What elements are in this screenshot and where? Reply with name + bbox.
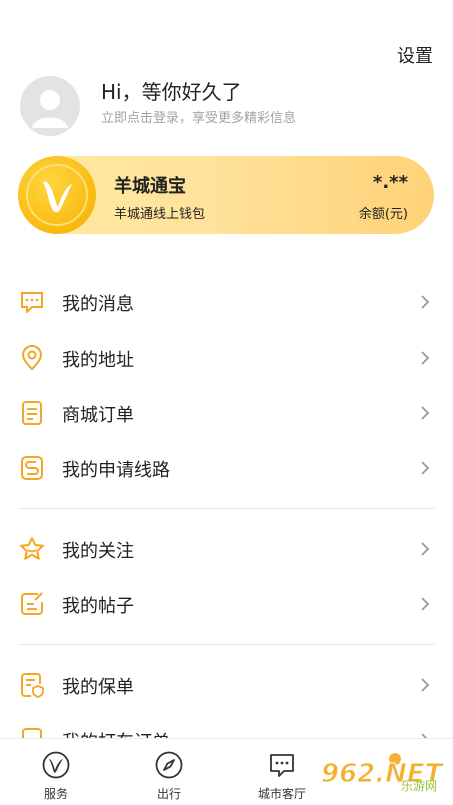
menu-item-policies[interactable]: 我的保单 [0,657,453,713]
compass-icon [155,751,183,779]
chat-icon [270,754,294,777]
policy-icon [21,673,44,698]
watermark-logo: 962.NET 乐游网 [321,753,445,792]
menu-item-address[interactable]: 我的地址 [0,330,453,386]
menu-item-follows[interactable]: 我的关注 [0,521,453,577]
route-icon [21,456,43,480]
menu-label-address: 我的地址 [62,350,134,371]
menu-item-routes[interactable]: 我的申请线路 [0,440,453,496]
menu-item-car-orders[interactable]: 我的打车订单 [0,712,453,738]
chevron-right-icon [421,678,430,692]
v-logo-icon [42,751,70,779]
login-hint[interactable]: 立即点击登录，享受更多精彩信息 [101,107,296,126]
tab-city[interactable]: 城市客厅 [237,739,327,805]
menu-item-messages[interactable]: 我的消息 [0,274,453,330]
tab-travel[interactable]: 出行 [124,739,214,805]
menu-item-orders[interactable]: 商城订单 [0,385,453,441]
chevron-right-icon [421,295,430,309]
star-icon [20,537,44,560]
chevron-right-icon [421,542,430,556]
tab-label-travel: 出行 [156,787,181,801]
divider [18,644,435,645]
message-icon [21,292,43,313]
wallet-card[interactable]: 羊城通宝 羊城通线上钱包 *.** 余额(元) [18,156,434,234]
avatar[interactable] [20,76,80,136]
tab-label-city: 城市客厅 [257,787,306,801]
watermark-subtext: 乐游网 [401,779,437,792]
order-icon [22,401,42,425]
chevron-right-icon [421,461,430,475]
wallet-title: 羊城通宝 [114,176,186,197]
menu-label-messages: 我的消息 [62,294,134,315]
menu-label-orders: 商城订单 [62,405,134,426]
chevron-right-icon [421,351,430,365]
settings-button[interactable]: 设置 [397,42,433,68]
default-avatar-icon [32,90,68,128]
menu-label-routes: 我的申请线路 [62,460,170,481]
wallet-balance-label: 余额(元) [358,207,408,222]
divider [18,508,435,509]
chevron-right-icon [421,406,430,420]
wallet-balance: *.** [372,172,408,193]
menu-label-policies: 我的保单 [62,677,134,698]
menu-label-posts: 我的帖子 [62,596,134,617]
tab-services[interactable]: 服务 [11,739,101,805]
location-icon [21,345,43,371]
post-icon [21,592,43,615]
menu-label-car-orders: 我的打车订单 [62,728,170,738]
menu-item-posts[interactable]: 我的帖子 [0,576,453,632]
wallet-subtitle: 羊城通线上钱包 [114,207,206,222]
greeting-text[interactable]: Hi，等你好久了 [101,76,242,105]
menu-label-follows: 我的关注 [62,541,134,562]
yct-v-logo-icon [18,156,96,234]
tab-label-services: 服务 [43,787,68,801]
car-order-icon [22,728,42,738]
chevron-right-icon [421,597,430,611]
